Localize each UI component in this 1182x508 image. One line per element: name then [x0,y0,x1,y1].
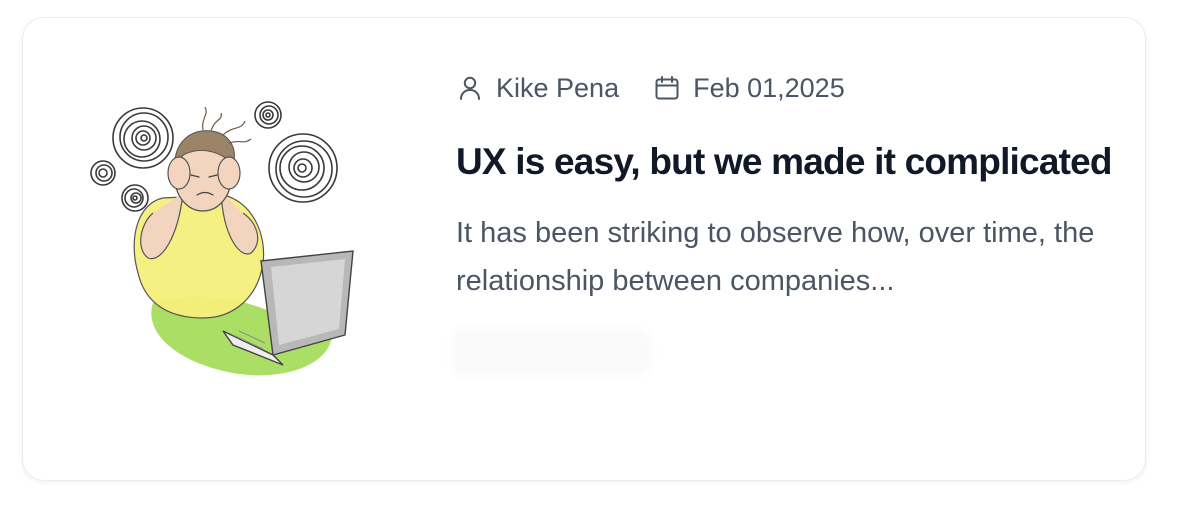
author-meta: Kike Pena [456,73,619,104]
stress-scribble [121,184,149,212]
post-content: Kike Pena Feb 01,2025 UX is easy, but we… [456,70,1116,371]
post-title[interactable]: UX is easy, but we made it complicated [456,134,1116,189]
blog-post-card[interactable]: Kike Pena Feb 01,2025 UX is easy, but we… [22,17,1146,481]
stressed-person-illustration [83,73,373,403]
calendar-icon [653,74,681,102]
post-meta: Kike Pena Feb 01,2025 [456,70,1116,106]
stress-scribble [112,107,174,169]
read-more-placeholder[interactable] [456,333,646,371]
stress-scribble [90,160,116,186]
stress-scribble [254,101,282,129]
author-name: Kike Pena [496,72,620,103]
date-meta: Feb 01,2025 [653,73,845,104]
post-excerpt: It has been striking to observe how, ove… [456,217,1095,297]
user-icon [456,74,484,102]
post-date: Feb 01,2025 [693,72,845,103]
stress-scribble [268,133,338,203]
